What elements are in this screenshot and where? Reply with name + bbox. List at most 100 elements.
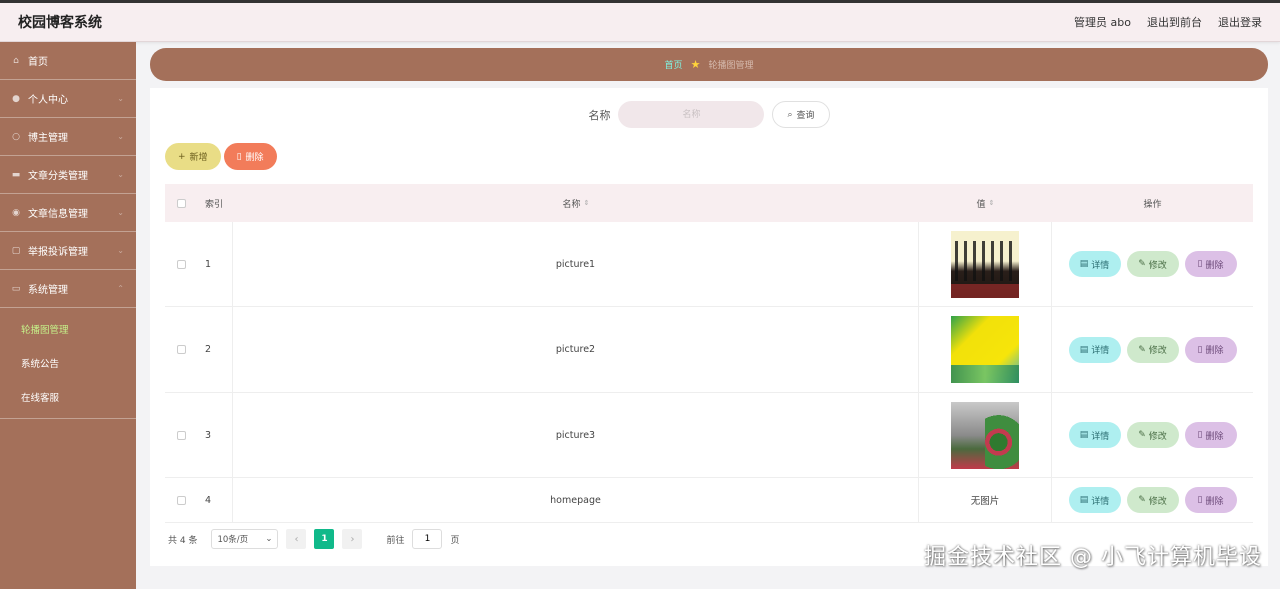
- chevron-right-icon: ›: [350, 533, 355, 545]
- add-button-label: 新增: [189, 153, 208, 163]
- sidebar-item-reports[interactable]: ▢ 举报投诉管理 ⌄: [0, 232, 136, 270]
- content-panel: 名称 ⌕ 查询 + 新增 ▯ 删除 索引 名称⇕: [150, 88, 1268, 566]
- admin-user-label[interactable]: 管理员 abo: [1074, 14, 1131, 30]
- sidebar-item-bloggers[interactable]: ○ 博主管理 ⌄: [0, 118, 136, 156]
- header-name[interactable]: 名称 ⇕: [233, 184, 919, 222]
- prev-page-button[interactable]: ‹: [286, 529, 307, 549]
- chevron-left-icon: ‹: [294, 533, 299, 545]
- sidebar: ⌂ 首页 ● 个人中心 ⌄ ○ 博主管理 ⌄ ▬ 文章分类管理 ⌄ ◉ 文章信息…: [0, 42, 136, 589]
- batch-delete-button[interactable]: ▯ 删除: [223, 143, 277, 170]
- document-icon: ▤: [1079, 495, 1089, 505]
- table-header: 索引 名称 ⇕ 值 ⇕ 操作: [165, 184, 1253, 222]
- row-checkbox[interactable]: [176, 430, 186, 440]
- search-button-label: 查询: [796, 111, 815, 121]
- delete-label: 删除: [1205, 431, 1224, 442]
- chevron-down-icon: ⌄: [117, 208, 124, 217]
- search-button[interactable]: ⌕ 查询: [772, 101, 830, 128]
- edit-button[interactable]: ✎ 修改: [1126, 251, 1179, 277]
- delete-button[interactable]: ▯ 删除: [1184, 487, 1237, 513]
- detail-button[interactable]: ▤ 详情: [1068, 422, 1121, 448]
- detail-label: 详情: [1091, 260, 1110, 271]
- delete-button[interactable]: ▯ 删除: [1184, 422, 1237, 448]
- detail-button[interactable]: ▤ 详情: [1068, 487, 1121, 513]
- trash-icon: ▯: [1197, 344, 1203, 355]
- row-name: picture1: [233, 222, 919, 306]
- row-value: [919, 307, 1052, 392]
- edit-button[interactable]: ✎ 修改: [1126, 487, 1179, 513]
- sort-icon: ⇕: [583, 199, 590, 207]
- article-icon: ◉: [12, 207, 20, 218]
- sidebar-item-categories[interactable]: ▬ 文章分类管理 ⌄: [0, 156, 136, 194]
- breadcrumb-current: 轮播图管理: [708, 61, 754, 71]
- page-size-select[interactable]: 10条/页 ⌄: [211, 529, 279, 549]
- sidebar-item-label: 文章分类管理: [28, 171, 88, 182]
- breadcrumb-home[interactable]: 首页: [665, 58, 683, 71]
- row-value: [919, 222, 1052, 306]
- top-header: 校园博客系统 管理员 abo 退出到前台 退出登录: [0, 0, 1280, 42]
- sidebar-subitem-carousel[interactable]: 轮播图管理: [0, 312, 136, 346]
- search-input[interactable]: [618, 101, 765, 128]
- edit-button[interactable]: ✎ 修改: [1126, 336, 1179, 363]
- edit-label: 修改: [1148, 431, 1167, 442]
- pencil-icon: ✎: [1138, 495, 1146, 505]
- goto-suffix: 页: [450, 535, 460, 546]
- carousel-thumbnail: [951, 401, 1019, 469]
- pencil-icon: ✎: [1138, 259, 1146, 269]
- add-button[interactable]: + 新增: [165, 143, 221, 170]
- sidebar-subitem-announcements[interactable]: 系统公告: [0, 346, 136, 380]
- row-checkbox[interactable]: [176, 345, 186, 354]
- document-icon: ▤: [1079, 430, 1089, 440]
- pencil-icon: ✎: [1138, 344, 1146, 355]
- sidebar-item-label: 系统管理: [28, 285, 68, 296]
- row-ops: ▤ 详情 ✎ 修改 ▯ 删除: [1052, 336, 1253, 363]
- header-ops: 操作: [1143, 199, 1162, 210]
- sidebar-subitem-customer-service[interactable]: 在线客服: [0, 380, 136, 414]
- sidebar-item-articles[interactable]: ◉ 文章信息管理 ⌄: [0, 194, 136, 232]
- header-links: 管理员 abo 退出到前台 退出登录: [1074, 14, 1262, 30]
- header-index: 索引: [205, 199, 224, 210]
- search-bar: 名称 ⌕ 查询: [150, 101, 1268, 128]
- header-value[interactable]: 值 ⇕: [919, 184, 1052, 222]
- sidebar-item-profile[interactable]: ● 个人中心 ⌄: [0, 80, 136, 118]
- home-icon: ⌂: [13, 55, 19, 66]
- select-all-checkbox[interactable]: [176, 198, 186, 208]
- logout-link[interactable]: 退出登录: [1218, 14, 1262, 30]
- edit-label: 修改: [1148, 496, 1167, 507]
- pagination: 共 4 条 10条/页 ⌄ ‹ 1 › 前往 页: [168, 529, 459, 549]
- goto-page-input[interactable]: [412, 529, 443, 549]
- table-row: 2 picture2 ▤ 详情 ✎ 修改 ▯ 删除: [165, 307, 1253, 393]
- sidebar-item-label: 文章信息管理: [28, 209, 88, 220]
- watermark: 掘金技术社区 @ 小飞计算机毕设: [924, 545, 1262, 570]
- exit-to-front-link[interactable]: 退出到前台: [1147, 14, 1202, 30]
- table-row: 1 picture1 ▤ 详情 ✎ 修改 ▯ 删除: [165, 222, 1253, 307]
- row-checkbox[interactable]: [176, 259, 186, 269]
- delete-label: 删除: [1205, 346, 1224, 356]
- detail-button[interactable]: ▤ 详情: [1068, 251, 1121, 277]
- trash-icon: ▯: [1197, 430, 1203, 440]
- sidebar-item-system[interactable]: ▭ 系统管理 ⌃: [0, 270, 136, 308]
- sort-icon: ⇕: [988, 199, 995, 207]
- row-name: picture2: [233, 307, 919, 392]
- sidebar-item-home[interactable]: ⌂ 首页: [0, 42, 136, 80]
- row-index: 1: [197, 222, 233, 306]
- chevron-down-icon: ⌄: [265, 534, 273, 544]
- edit-button[interactable]: ✎ 修改: [1126, 422, 1179, 448]
- edit-label: 修改: [1148, 346, 1167, 356]
- sidebar-item-label: 个人中心: [28, 95, 68, 106]
- row-index: 3: [197, 393, 233, 477]
- main-content: 首页 ★ 轮播图管理 名称 ⌕ 查询 + 新增 ▯ 删除 索引: [150, 48, 1268, 566]
- next-page-button[interactable]: ›: [342, 529, 363, 549]
- edit-label: 修改: [1148, 260, 1167, 271]
- detail-label: 详情: [1091, 346, 1110, 356]
- row-checkbox[interactable]: [176, 495, 186, 505]
- header-name-label: 名称: [562, 199, 581, 210]
- row-name: homepage: [233, 478, 919, 522]
- delete-button[interactable]: ▯ 删除: [1184, 336, 1237, 363]
- report-icon: ▢: [11, 245, 21, 256]
- pencil-icon: ✎: [1138, 430, 1146, 440]
- detail-label: 详情: [1091, 431, 1110, 442]
- page-number-current[interactable]: 1: [314, 529, 335, 549]
- detail-button[interactable]: ▤ 详情: [1068, 336, 1121, 363]
- delete-button[interactable]: ▯ 删除: [1184, 251, 1237, 277]
- app-title: 校园博客系统: [18, 15, 102, 31]
